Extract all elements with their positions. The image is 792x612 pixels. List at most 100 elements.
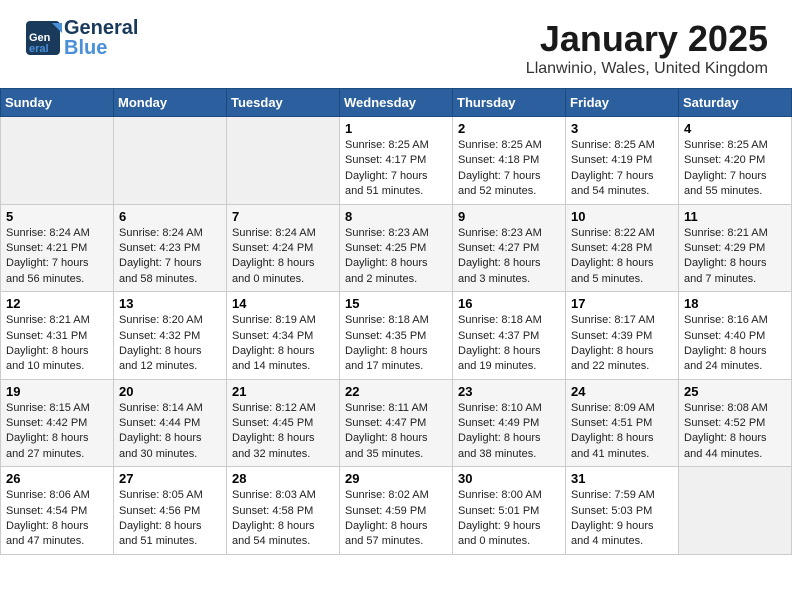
daylight-text: Daylight: 8 hours and 14 minutes.: [232, 345, 315, 372]
calendar-cell: 2 Sunrise: 8:25 AM Sunset: 4:18 PM Dayli…: [453, 117, 566, 205]
calendar-week-5: 26 Sunrise: 8:06 AM Sunset: 4:54 PM Dayl…: [1, 467, 792, 555]
day-number: 9: [458, 209, 560, 224]
sunrise-text: Sunrise: 8:02 AM: [345, 489, 429, 501]
day-info: Sunrise: 8:09 AM Sunset: 4:51 PM Dayligh…: [571, 401, 673, 463]
daylight-text: Daylight: 8 hours and 57 minutes.: [345, 520, 428, 547]
sunrise-text: Sunrise: 8:19 AM: [232, 314, 316, 326]
sunrise-text: Sunrise: 8:16 AM: [684, 314, 768, 326]
day-info: Sunrise: 8:00 AM Sunset: 5:01 PM Dayligh…: [458, 488, 560, 550]
sunrise-text: Sunrise: 7:59 AM: [571, 489, 655, 501]
day-info: Sunrise: 8:24 AM Sunset: 4:24 PM Dayligh…: [232, 226, 334, 288]
calendar-cell: 24 Sunrise: 8:09 AM Sunset: 4:51 PM Dayl…: [566, 379, 679, 467]
sunset-text: Sunset: 4:51 PM: [571, 417, 652, 429]
daylight-text: Daylight: 8 hours and 12 minutes.: [119, 345, 202, 372]
day-number: 7: [232, 209, 334, 224]
sunrise-text: Sunrise: 8:24 AM: [232, 227, 316, 239]
day-info: Sunrise: 7:59 AM Sunset: 5:03 PM Dayligh…: [571, 488, 673, 550]
sunrise-text: Sunrise: 8:23 AM: [345, 227, 429, 239]
day-number: 11: [684, 209, 786, 224]
day-info: Sunrise: 8:11 AM Sunset: 4:47 PM Dayligh…: [345, 401, 447, 463]
day-info: Sunrise: 8:14 AM Sunset: 4:44 PM Dayligh…: [119, 401, 221, 463]
sunset-text: Sunset: 4:21 PM: [6, 242, 87, 254]
daylight-text: Daylight: 8 hours and 30 minutes.: [119, 432, 202, 459]
day-number: 20: [119, 384, 221, 399]
day-number: 6: [119, 209, 221, 224]
sunset-text: Sunset: 4:54 PM: [6, 505, 87, 517]
calendar-cell: 18 Sunrise: 8:16 AM Sunset: 4:40 PM Dayl…: [679, 292, 792, 380]
sunset-text: Sunset: 4:37 PM: [458, 330, 539, 342]
day-info: Sunrise: 8:17 AM Sunset: 4:39 PM Dayligh…: [571, 313, 673, 375]
sunset-text: Sunset: 4:24 PM: [232, 242, 313, 254]
sunset-text: Sunset: 4:20 PM: [684, 154, 765, 166]
sunrise-text: Sunrise: 8:25 AM: [458, 139, 542, 151]
daylight-text: Daylight: 8 hours and 54 minutes.: [232, 520, 315, 547]
calendar-cell: 29 Sunrise: 8:02 AM Sunset: 4:59 PM Dayl…: [340, 467, 453, 555]
calendar-cell: 9 Sunrise: 8:23 AM Sunset: 4:27 PM Dayli…: [453, 204, 566, 292]
svg-text:eral: eral: [29, 43, 49, 55]
sunset-text: Sunset: 4:32 PM: [119, 330, 200, 342]
day-number: 19: [6, 384, 108, 399]
day-info: Sunrise: 8:25 AM Sunset: 4:19 PM Dayligh…: [571, 138, 673, 200]
day-info: Sunrise: 8:24 AM Sunset: 4:21 PM Dayligh…: [6, 226, 108, 288]
daylight-text: Daylight: 7 hours and 58 minutes.: [119, 257, 202, 284]
day-number: 13: [119, 296, 221, 311]
logo-line2: Blue: [64, 38, 138, 58]
sunrise-text: Sunrise: 8:24 AM: [119, 227, 203, 239]
calendar-cell: 21 Sunrise: 8:12 AM Sunset: 4:45 PM Dayl…: [227, 379, 340, 467]
calendar-table: SundayMondayTuesdayWednesdayThursdayFrid…: [0, 88, 792, 555]
logo-line1: General: [64, 18, 138, 38]
sunset-text: Sunset: 4:47 PM: [345, 417, 426, 429]
sunrise-text: Sunrise: 8:10 AM: [458, 402, 542, 414]
calendar-cell: 16 Sunrise: 8:18 AM Sunset: 4:37 PM Dayl…: [453, 292, 566, 380]
calendar-cell: 27 Sunrise: 8:05 AM Sunset: 4:56 PM Dayl…: [114, 467, 227, 555]
day-info: Sunrise: 8:19 AM Sunset: 4:34 PM Dayligh…: [232, 313, 334, 375]
day-info: Sunrise: 8:02 AM Sunset: 4:59 PM Dayligh…: [345, 488, 447, 550]
weekday-header-friday: Friday: [566, 89, 679, 117]
sunrise-text: Sunrise: 8:06 AM: [6, 489, 90, 501]
day-number: 18: [684, 296, 786, 311]
calendar-cell: [679, 467, 792, 555]
day-number: 15: [345, 296, 447, 311]
day-number: 25: [684, 384, 786, 399]
day-info: Sunrise: 8:06 AM Sunset: 4:54 PM Dayligh…: [6, 488, 108, 550]
sunset-text: Sunset: 4:45 PM: [232, 417, 313, 429]
daylight-text: Daylight: 9 hours and 0 minutes.: [458, 520, 541, 547]
calendar-cell: 22 Sunrise: 8:11 AM Sunset: 4:47 PM Dayl…: [340, 379, 453, 467]
calendar-cell: 23 Sunrise: 8:10 AM Sunset: 4:49 PM Dayl…: [453, 379, 566, 467]
day-number: 17: [571, 296, 673, 311]
day-number: 29: [345, 471, 447, 486]
calendar-cell: 14 Sunrise: 8:19 AM Sunset: 4:34 PM Dayl…: [227, 292, 340, 380]
day-info: Sunrise: 8:23 AM Sunset: 4:27 PM Dayligh…: [458, 226, 560, 288]
weekday-header-saturday: Saturday: [679, 89, 792, 117]
daylight-text: Daylight: 8 hours and 51 minutes.: [119, 520, 202, 547]
sunrise-text: Sunrise: 8:12 AM: [232, 402, 316, 414]
calendar-cell: 10 Sunrise: 8:22 AM Sunset: 4:28 PM Dayl…: [566, 204, 679, 292]
weekday-header-thursday: Thursday: [453, 89, 566, 117]
calendar-cell: 12 Sunrise: 8:21 AM Sunset: 4:31 PM Dayl…: [1, 292, 114, 380]
sunset-text: Sunset: 4:44 PM: [119, 417, 200, 429]
daylight-text: Daylight: 8 hours and 27 minutes.: [6, 432, 89, 459]
logo-icon: Gen eral: [24, 19, 62, 57]
sunset-text: Sunset: 4:17 PM: [345, 154, 426, 166]
calendar-cell: 6 Sunrise: 8:24 AM Sunset: 4:23 PM Dayli…: [114, 204, 227, 292]
sunrise-text: Sunrise: 8:08 AM: [684, 402, 768, 414]
calendar-cell: 11 Sunrise: 8:21 AM Sunset: 4:29 PM Dayl…: [679, 204, 792, 292]
sunrise-text: Sunrise: 8:11 AM: [345, 402, 428, 414]
sunset-text: Sunset: 4:29 PM: [684, 242, 765, 254]
calendar-cell: 28 Sunrise: 8:03 AM Sunset: 4:58 PM Dayl…: [227, 467, 340, 555]
day-number: 3: [571, 121, 673, 136]
calendar-title: January 2025: [526, 18, 768, 60]
sunrise-text: Sunrise: 8:17 AM: [571, 314, 655, 326]
daylight-text: Daylight: 8 hours and 2 minutes.: [345, 257, 428, 284]
sunset-text: Sunset: 4:34 PM: [232, 330, 313, 342]
day-info: Sunrise: 8:03 AM Sunset: 4:58 PM Dayligh…: [232, 488, 334, 550]
daylight-text: Daylight: 7 hours and 56 minutes.: [6, 257, 89, 284]
daylight-text: Daylight: 7 hours and 55 minutes.: [684, 170, 767, 197]
calendar-cell: 4 Sunrise: 8:25 AM Sunset: 4:20 PM Dayli…: [679, 117, 792, 205]
sunset-text: Sunset: 4:28 PM: [571, 242, 652, 254]
page-header: Gen eral General Blue January 2025 Llanw…: [0, 0, 792, 88]
day-info: Sunrise: 8:25 AM Sunset: 4:17 PM Dayligh…: [345, 138, 447, 200]
daylight-text: Daylight: 8 hours and 41 minutes.: [571, 432, 654, 459]
day-number: 2: [458, 121, 560, 136]
logo: Gen eral General Blue: [24, 18, 138, 58]
